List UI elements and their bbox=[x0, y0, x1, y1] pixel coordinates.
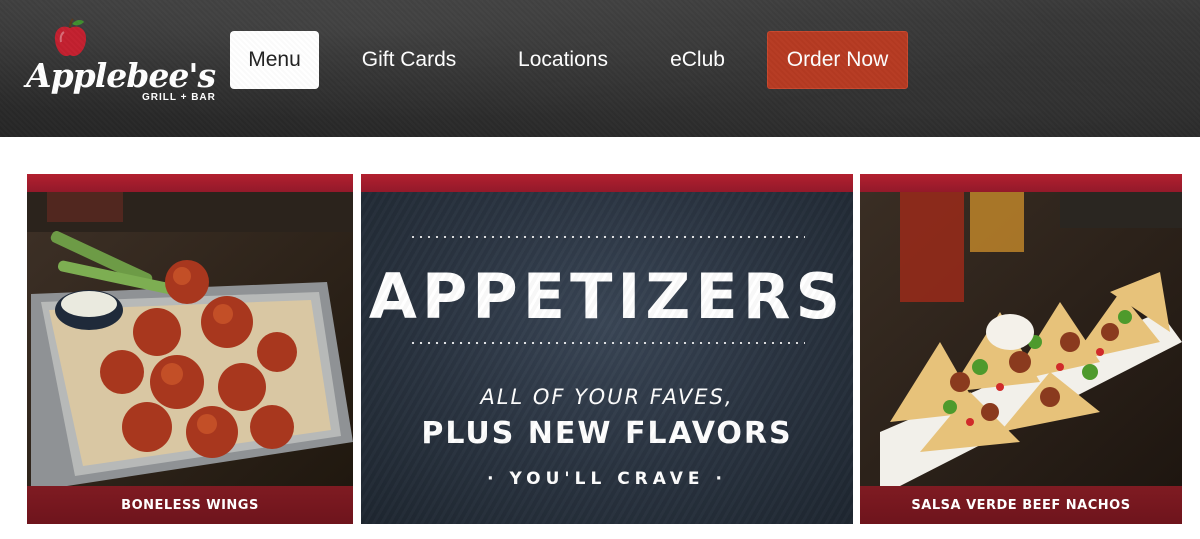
boneless-wings-caption: BONELESS WINGS bbox=[27, 486, 353, 524]
chalkboard-panel: APPETIZERS ALL OF YOUR FAVES, PLUS NEW F… bbox=[361, 192, 853, 524]
nachos-caption: SALSA VERDE BEEF NACHOS bbox=[860, 486, 1182, 524]
nav-eclub[interactable]: eClub bbox=[660, 31, 735, 89]
site-header: Applebee's GRILL + BAR Menu Gift Cards L… bbox=[0, 0, 1200, 137]
promo-tile-appetizers[interactable]: APPETIZERS ALL OF YOUR FAVES, PLUS NEW F… bbox=[361, 174, 853, 524]
brand-logo[interactable]: Applebee's GRILL + BAR bbox=[24, 18, 216, 108]
tagline-line-2: PLUS NEW FLAVORS bbox=[421, 416, 793, 451]
tile-top-bar bbox=[27, 174, 353, 192]
appetizers-headline: APPETIZERS bbox=[368, 260, 846, 333]
nav-gift-cards[interactable]: Gift Cards bbox=[352, 31, 466, 89]
tagline-line-1: ALL OF YOUR FAVES, bbox=[480, 385, 734, 409]
tagline-line-3: · YOU'LL CRAVE · bbox=[487, 469, 727, 489]
nav-menu[interactable]: Menu bbox=[230, 31, 319, 89]
dotted-divider bbox=[409, 342, 805, 344]
brand-subtitle: GRILL + BAR bbox=[142, 92, 216, 103]
order-now-button[interactable]: Order Now bbox=[767, 31, 908, 89]
apple-icon bbox=[54, 18, 87, 57]
tile-top-bar bbox=[860, 174, 1182, 192]
nachos-image bbox=[860, 192, 1182, 486]
brand-name: Applebee's bbox=[26, 56, 216, 95]
dotted-divider bbox=[409, 236, 805, 238]
boneless-wings-image bbox=[27, 192, 353, 486]
promo-tile-nachos[interactable]: SALSA VERDE BEEF NACHOS bbox=[860, 174, 1182, 524]
nav-locations[interactable]: Locations bbox=[507, 31, 619, 89]
promo-tile-boneless-wings[interactable]: BONELESS WINGS bbox=[27, 174, 353, 524]
tile-top-bar bbox=[361, 174, 853, 192]
